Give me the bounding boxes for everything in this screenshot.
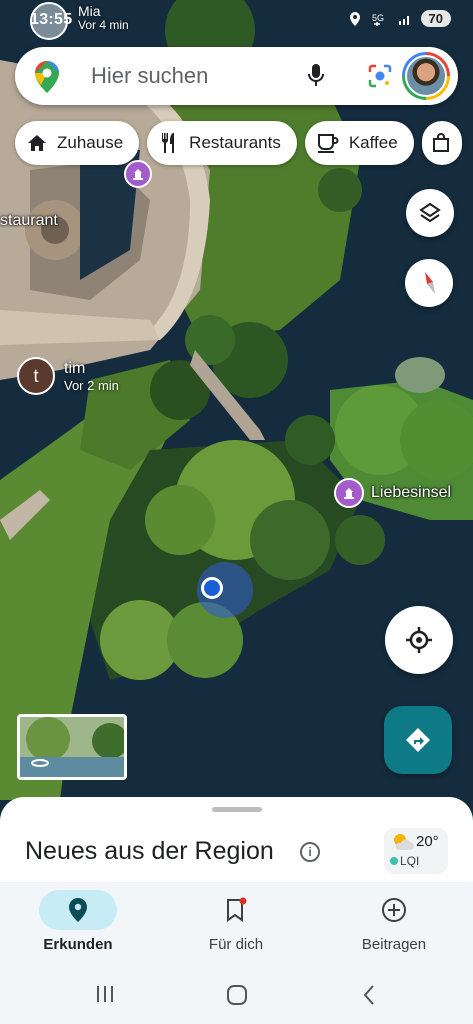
location-icon <box>349 11 360 26</box>
temperature: 20° <box>416 833 439 850</box>
home-icon <box>28 135 46 151</box>
info-icon[interactable]: i <box>300 842 320 862</box>
layers-icon <box>419 202 441 223</box>
crosshair-icon <box>406 627 432 653</box>
landmark-icon <box>133 169 143 180</box>
poi-marker-liebesinsel[interactable] <box>334 478 364 508</box>
air-quality-dot <box>390 857 398 865</box>
status-bar: 13:55 5G 70 <box>0 0 473 44</box>
maps-screen: 13:55 5G 70 Mia Vor 4 min Hier suchen Zu… <box>0 0 473 1024</box>
cell-signal-icon <box>398 15 409 25</box>
friend-time: Vor 2 min <box>64 378 119 393</box>
nav-beitragen[interactable]: Beitragen <box>334 890 454 953</box>
microphone-icon[interactable] <box>307 63 325 89</box>
map-label-liebesinsel[interactable]: Liebesinsel <box>371 484 451 502</box>
nav-icon-wrap <box>355 890 433 930</box>
directions-icon <box>406 728 430 752</box>
friend-label-mia: Mia Vor 4 min <box>78 4 129 32</box>
layers-button[interactable] <box>406 189 454 237</box>
my-location-button[interactable] <box>385 606 453 674</box>
coffee-icon <box>317 134 339 153</box>
friend-name: tim <box>64 360 86 377</box>
chip-shopping[interactable] <box>421 121 462 165</box>
system-navigation-bar <box>0 964 473 1024</box>
compass-icon <box>425 272 435 294</box>
shopping-bag-icon <box>432 133 449 152</box>
chip-label: Zuhause <box>57 133 124 152</box>
account-avatar[interactable] <box>402 52 450 100</box>
my-location-dot <box>201 577 223 599</box>
air-quality-label: LQI <box>400 854 420 868</box>
back-icon[interactable] <box>362 984 376 1006</box>
friend-name: Mia <box>78 3 101 19</box>
explore-pin-icon <box>69 898 87 922</box>
nav-icon-wrap <box>197 890 275 930</box>
search-input[interactable]: Hier suchen <box>91 63 208 89</box>
directions-button[interactable] <box>384 706 452 774</box>
nav-active-pill <box>39 890 117 930</box>
bottom-sheet[interactable]: Neues aus der Region i 20° LQI <box>0 797 473 887</box>
chip-label: Restaurants <box>189 133 281 152</box>
friend-time: Vor 4 min <box>78 18 129 32</box>
sheet-title: Neues aus der Region <box>25 837 274 865</box>
status-icons: 5G 70 <box>348 10 451 27</box>
recent-apps-icon[interactable] <box>95 985 115 1003</box>
nav-erkunden[interactable]: Erkunden <box>18 890 138 953</box>
chip-zuhause[interactable]: Zuhause <box>15 121 140 165</box>
friend-avatar-tim[interactable]: t <box>17 357 55 395</box>
friend-label-tim: tim Vor 2 min <box>64 360 119 394</box>
category-chips: Zuhause Restaurants Kaffee <box>15 121 462 165</box>
google-lens-icon[interactable] <box>367 63 393 89</box>
battery-badge: 70 <box>420 10 451 27</box>
svg-text:5G: 5G <box>372 13 384 23</box>
bookmark-icon <box>227 897 247 922</box>
chip-restaurants[interactable]: Restaurants <box>147 121 297 165</box>
street-view-thumbnail[interactable] <box>17 714 127 780</box>
sheet-drag-handle[interactable] <box>212 807 262 812</box>
landmark-icon <box>344 488 354 499</box>
street-view-image <box>20 717 124 777</box>
nav-label: Erkunden <box>43 936 113 953</box>
nav-label: Für dich <box>208 936 264 953</box>
partly-cloudy-icon <box>394 834 414 850</box>
status-time: 13:55 <box>30 11 73 28</box>
compass-button[interactable] <box>405 259 453 307</box>
nav-fuer-dich[interactable]: Für dich <box>176 890 296 953</box>
home-button-icon[interactable] <box>226 984 248 1006</box>
profile-photo <box>405 55 447 97</box>
map-label-restaurant[interactable]: staurant <box>0 212 58 230</box>
add-circle-icon <box>382 898 406 922</box>
chip-label: Kaffee <box>348 133 398 152</box>
bottom-navigation: Erkunden Für dich Beitragen <box>0 882 473 964</box>
weather-badge[interactable]: 20° LQI <box>384 828 448 874</box>
cutlery-icon <box>162 133 175 153</box>
signal-5g-icon: 5G <box>372 13 384 26</box>
maps-logo-icon <box>35 61 59 93</box>
search-bar[interactable]: Hier suchen <box>15 47 458 105</box>
nav-label: Beitragen <box>361 936 427 953</box>
chip-kaffee[interactable]: Kaffee <box>304 121 414 165</box>
